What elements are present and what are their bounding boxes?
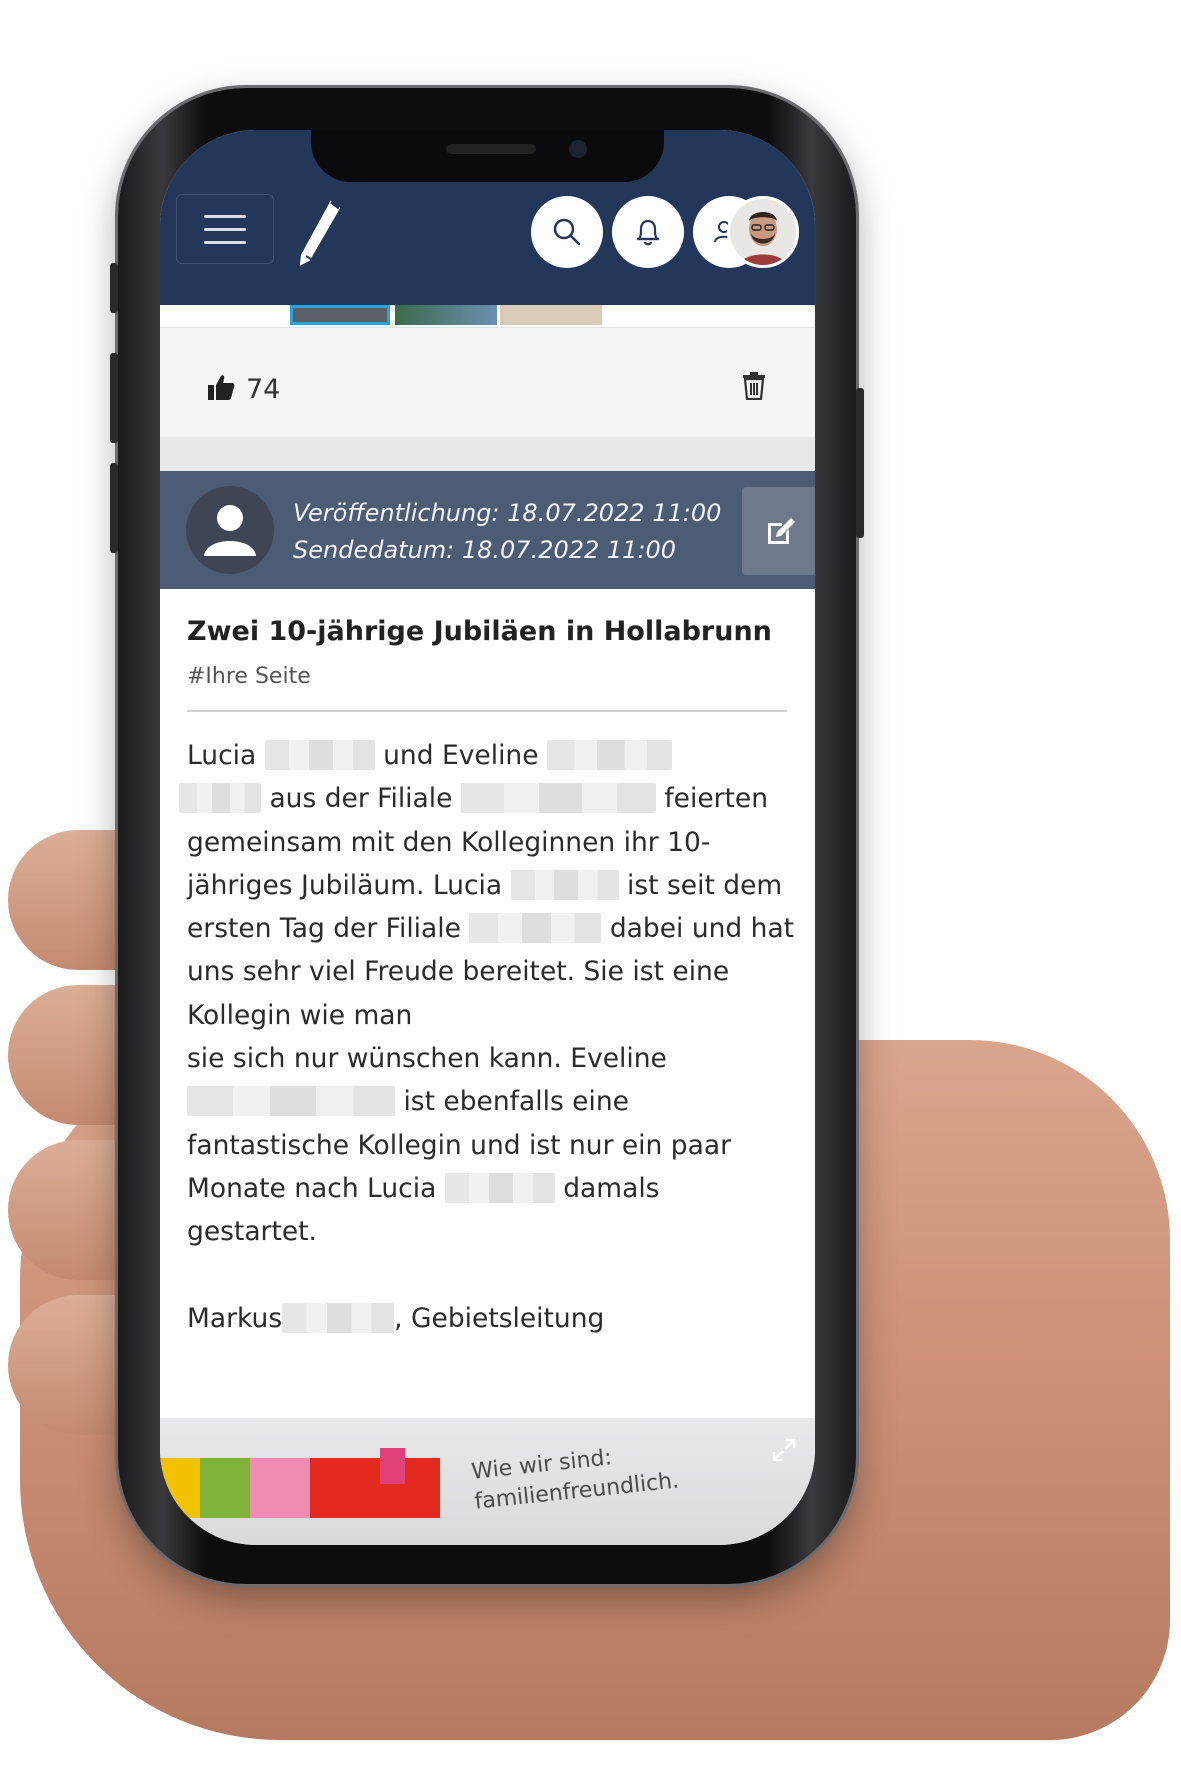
redacted-name <box>510 869 619 900</box>
search-icon[interactable] <box>531 196 603 268</box>
post-header: Veröffentlichung: 18.07.2022 11:00 Sende… <box>160 471 815 589</box>
like-count: 74 <box>246 374 281 405</box>
redacted-name <box>546 740 672 770</box>
post-title: Zwei 10-jährige Jubiläen in Hollabrunn <box>187 616 772 647</box>
post-image[interactable]: Wie wir sind: familienfreundlich. <box>160 1418 815 1545</box>
post-tag[interactable]: #Ihre Seite <box>187 664 311 689</box>
expand-icon[interactable] <box>770 1436 798 1464</box>
redacted-name <box>187 1086 395 1117</box>
body-text: und Eveline <box>383 740 539 771</box>
phone-screen: 74 Veröffentlichung: 18.07.2022 11:00 Se… <box>160 130 815 1545</box>
volume-down-button <box>110 463 118 553</box>
send-date: Sendedatum: 18.07.2022 11:00 <box>293 536 677 564</box>
redacted-name <box>282 1302 395 1333</box>
volume-up-button <box>110 353 118 443</box>
user-avatar[interactable] <box>727 196 799 268</box>
divider <box>187 710 787 712</box>
redacted-location <box>469 913 602 944</box>
power-button <box>856 388 864 538</box>
gallery-thumbnail[interactable] <box>290 305 390 325</box>
bell-icon[interactable] <box>612 196 684 268</box>
speaker <box>446 144 536 154</box>
redacted-name <box>264 740 375 770</box>
post-dates: Veröffentlichung: 18.07.2022 11:00 Sende… <box>293 495 721 569</box>
post-actions-bar: 74 <box>160 327 815 437</box>
signature-name: Markus <box>187 1302 283 1334</box>
post-body: Lucia und Eveline aus der Filiale feiert… <box>179 734 797 1340</box>
author-avatar-icon <box>186 486 274 574</box>
redacted-location <box>460 783 656 814</box>
signature-role: , Gebietsleitung <box>394 1302 605 1334</box>
notch <box>311 130 664 182</box>
redacted-name <box>179 783 261 814</box>
mute-switch <box>110 263 118 313</box>
post-separator <box>160 437 815 471</box>
pen-logo-icon[interactable] <box>295 198 345 268</box>
edit-button[interactable] <box>742 487 815 575</box>
trash-icon[interactable] <box>742 372 766 400</box>
hamburger-icon[interactable] <box>176 194 274 264</box>
publish-date: Veröffentlichung: 18.07.2022 11:00 <box>293 499 722 527</box>
body-text: Lucia <box>187 740 257 771</box>
gallery-thumbnail[interactable] <box>500 305 602 325</box>
body-text: aus der Filiale <box>269 783 453 815</box>
previous-post-gallery[interactable] <box>160 305 815 327</box>
front-camera <box>569 140 587 158</box>
body-text: sie sich nur wünschen kann. Eveline <box>187 1043 667 1075</box>
thumbs-up-icon[interactable] <box>206 372 236 402</box>
gallery-thumbnail[interactable] <box>395 305 497 325</box>
image-caption: Wie wir sind: familienfreundlich. <box>470 1445 681 1515</box>
redacted-name <box>444 1172 555 1203</box>
edit-icon <box>768 518 795 544</box>
